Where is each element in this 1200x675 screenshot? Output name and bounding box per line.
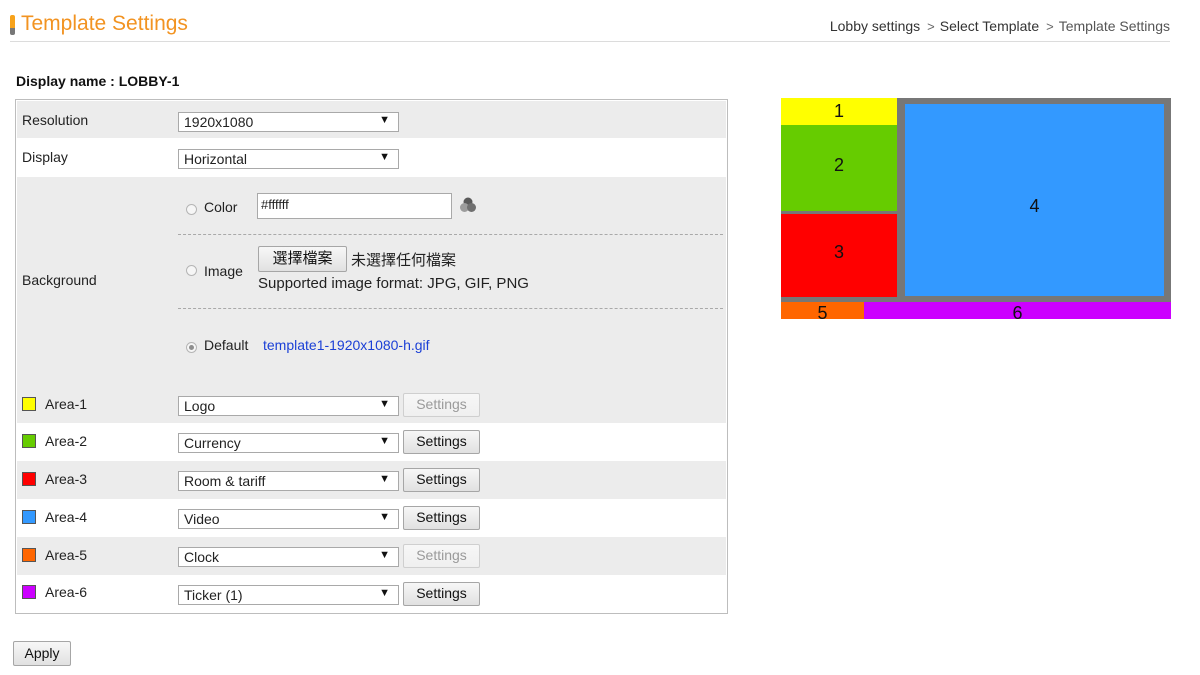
area-4-label: Area-4	[45, 509, 88, 525]
background-default-label: Default	[204, 337, 249, 353]
title-marker-icon	[10, 15, 15, 35]
resolution-select[interactable]: 1920x1080 ▼	[178, 112, 399, 132]
breadcrumb-separator: >	[927, 19, 935, 34]
apply-button[interactable]: Apply	[13, 641, 71, 666]
area-3-label: Area-3	[45, 471, 88, 487]
area-2-row: Area-2 Currency ▼ Settings	[17, 423, 726, 461]
display-row: Display Horizontal ▼	[17, 138, 726, 177]
dropdown-arrow-icon: ▼	[379, 549, 390, 561]
breadcrumb-current: Template Settings	[1058, 18, 1170, 34]
background-color-input[interactable]: #ffffff	[257, 193, 452, 219]
area-4-settings-button[interactable]: Settings	[403, 506, 480, 530]
color-picker-icon[interactable]	[459, 196, 477, 214]
display-select[interactable]: Horizontal ▼	[178, 149, 399, 169]
area-5-select[interactable]: Clock ▼	[178, 547, 399, 567]
resolution-label: Resolution	[22, 112, 89, 128]
no-file-chosen-text: 未選擇任何檔案	[351, 252, 457, 269]
area-6-color-swatch	[22, 585, 36, 599]
page-title: Template Settings	[21, 12, 188, 35]
area-5-value: Clock	[184, 549, 220, 565]
area-4-row: Area-4 Video ▼ Settings	[17, 499, 726, 537]
background-row: Background Color #ffffff Image 選擇檔案 未選擇任…	[17, 177, 726, 386]
area-1-row: Area-1 Logo ▼ Settings	[17, 386, 726, 423]
display-name: Display name : LOBBY-1	[16, 73, 180, 89]
breadcrumb-select-template[interactable]: Select Template	[940, 18, 1039, 34]
area-3-value: Room & tariff	[184, 473, 266, 489]
background-default-radio[interactable]	[186, 342, 197, 353]
area-6-label: Area-6	[45, 584, 88, 600]
supported-formats-text: Supported image format: JPG, GIF, PNG	[258, 275, 529, 292]
preview-zone-4: 4	[905, 104, 1164, 296]
area-3-settings-button[interactable]: Settings	[403, 468, 480, 492]
area-6-row: Area-6 Ticker (1) ▼ Settings	[17, 575, 726, 612]
area-6-select[interactable]: Ticker (1) ▼	[178, 585, 399, 605]
area-5-settings-button[interactable]: Settings	[403, 544, 480, 568]
background-label: Background	[22, 272, 97, 288]
dropdown-arrow-icon: ▼	[379, 587, 390, 599]
area-4-color-swatch	[22, 510, 36, 524]
area-1-value: Logo	[184, 398, 216, 414]
breadcrumb: Lobby settings > Select Template > Template …	[830, 18, 1170, 34]
divider	[178, 234, 723, 235]
area-3-row: Area-3 Room & tariff ▼ Settings	[17, 461, 726, 499]
resolution-value: 1920x1080	[184, 114, 254, 130]
background-color-radio[interactable]	[186, 204, 197, 215]
area-2-color-swatch	[22, 434, 36, 448]
preview-zone-3: 3	[781, 214, 897, 297]
area-6-value: Ticker (1)	[184, 587, 243, 603]
area-2-value: Currency	[184, 435, 241, 451]
area-3-color-swatch	[22, 472, 36, 486]
choose-file-button[interactable]: 選擇檔案	[258, 246, 347, 272]
preview-zone-1: 1	[781, 98, 897, 125]
background-image-radio[interactable]	[186, 265, 197, 276]
background-image-label: Image	[204, 263, 243, 279]
dropdown-arrow-icon: ▼	[379, 511, 390, 523]
area-4-value: Video	[184, 511, 220, 527]
dropdown-arrow-icon: ▼	[379, 473, 390, 485]
area-2-settings-button[interactable]: Settings	[403, 430, 480, 454]
area-5-label: Area-5	[45, 547, 88, 563]
default-template-link[interactable]: template1-1920x1080-h.gif	[263, 337, 430, 353]
preview-zone-5: 5	[781, 302, 864, 319]
area-4-select[interactable]: Video ▼	[178, 509, 399, 529]
dropdown-arrow-icon: ▼	[379, 151, 390, 163]
display-label: Display	[22, 149, 68, 165]
template-preview: 1 2 3 4 5 6	[781, 98, 1171, 319]
settings-table: Resolution 1920x1080 ▼ Display Horizonta…	[15, 99, 728, 614]
display-value: Horizontal	[184, 151, 248, 167]
preview-zone-2: 2	[781, 125, 897, 211]
area-3-select[interactable]: Room & tariff ▼	[178, 471, 399, 491]
dropdown-arrow-icon: ▼	[379, 435, 390, 447]
area-5-row: Area-5 Clock ▼ Settings	[17, 537, 726, 575]
area-2-select[interactable]: Currency ▼	[178, 433, 399, 453]
breadcrumb-separator: >	[1046, 19, 1054, 34]
area-1-settings-button[interactable]: Settings	[403, 393, 480, 417]
area-6-settings-button[interactable]: Settings	[403, 582, 480, 606]
dropdown-arrow-icon: ▼	[379, 398, 390, 410]
page-header: Template Settings Lobby settings > Select …	[10, 10, 1170, 42]
area-1-color-swatch	[22, 397, 36, 411]
resolution-row: Resolution 1920x1080 ▼	[17, 101, 726, 138]
preview-zone-6: 6	[864, 302, 1171, 319]
area-1-select[interactable]: Logo ▼	[178, 396, 399, 416]
dropdown-arrow-icon: ▼	[379, 114, 390, 126]
area-5-color-swatch	[22, 548, 36, 562]
divider	[178, 308, 723, 309]
area-2-label: Area-2	[45, 433, 88, 449]
area-1-label: Area-1	[45, 396, 88, 412]
background-color-label: Color	[204, 199, 238, 215]
breadcrumb-lobby-settings[interactable]: Lobby settings	[830, 18, 920, 34]
